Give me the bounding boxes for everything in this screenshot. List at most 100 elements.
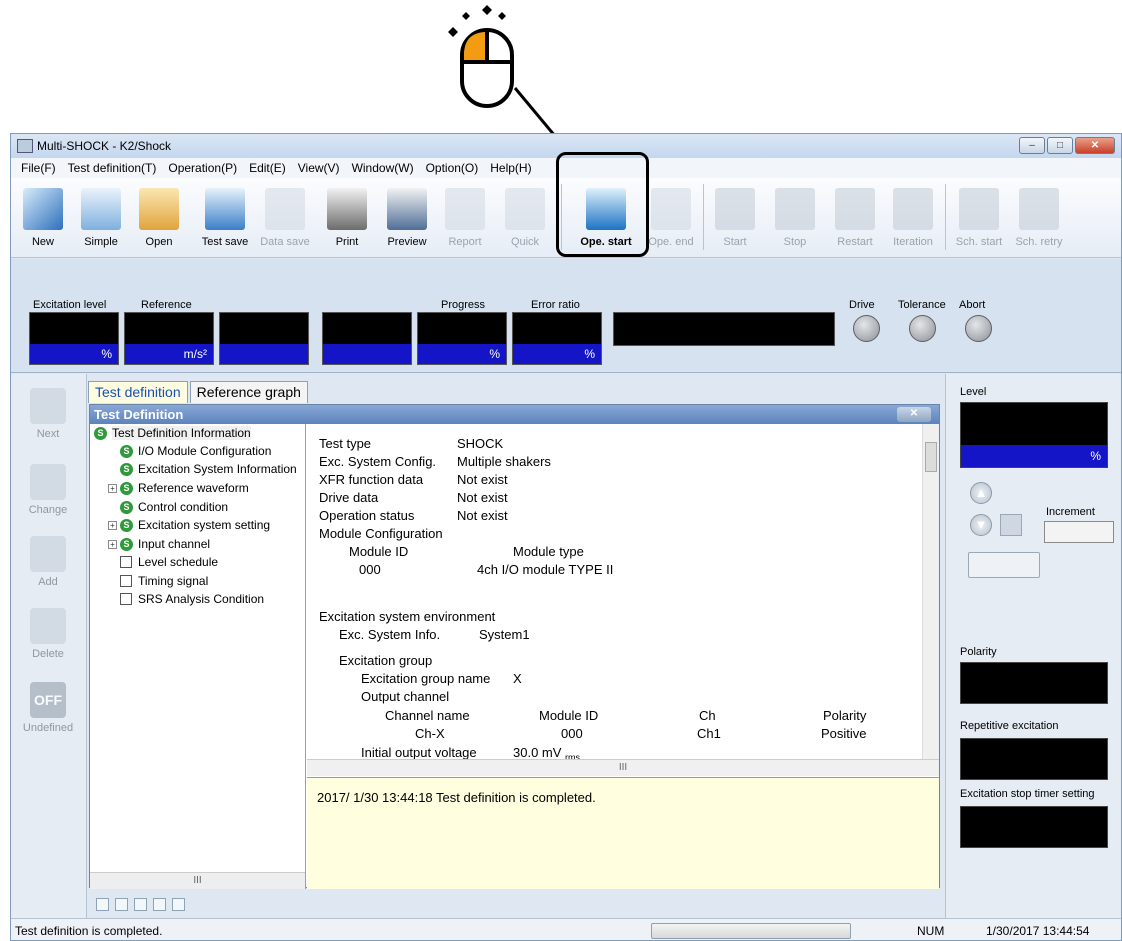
status-s-icon: S: [120, 500, 133, 514]
expand-icon[interactable]: +: [108, 539, 117, 549]
menu-test-definition[interactable]: Test definition(T): [62, 158, 163, 178]
increment-input[interactable]: [1044, 521, 1114, 543]
layout-vertical-icon[interactable]: [115, 897, 128, 911]
undefined-button[interactable]: OFF Undefined: [11, 682, 85, 734]
iteration-button[interactable]: Iteration: [885, 184, 941, 254]
maximize-button[interactable]: □: [1047, 137, 1073, 154]
report-button[interactable]: Report: [437, 184, 493, 254]
drive-data-label: Drive data: [319, 490, 379, 505]
tab-test-definition[interactable]: Test definition: [88, 381, 188, 403]
minimize-button[interactable]: –: [1019, 137, 1045, 154]
change-button[interactable]: Change: [11, 464, 85, 516]
reference-extra-display: [219, 312, 309, 365]
num-lock-indicator: NUM: [917, 924, 945, 938]
edit-level-icon[interactable]: [1000, 514, 1022, 536]
level-down-icon[interactable]: ▼: [970, 514, 992, 536]
quick-button[interactable]: Quick: [497, 184, 553, 254]
restart-button[interactable]: Restart: [827, 184, 883, 254]
test-type-label: Test type: [319, 436, 372, 451]
scrollbar-thumb[interactable]: [925, 442, 937, 472]
repetitive-excitation-label: Repetitive excitation: [960, 720, 1059, 732]
tree-item-reference-waveform[interactable]: + S Reference waveform: [108, 479, 249, 497]
close-button[interactable]: ✕: [1075, 137, 1115, 154]
schedule-start-button[interactable]: Sch. start: [951, 184, 1007, 254]
excitation-level-display: %: [29, 312, 119, 365]
mouse-click-icon: [448, 5, 514, 108]
window-title: Multi-SHOCK - K2/Shock: [37, 139, 172, 153]
error-ratio-unit: %: [513, 344, 601, 364]
next-button[interactable]: Next: [11, 388, 85, 440]
menu-file[interactable]: File(F): [15, 158, 62, 178]
new-button[interactable]: New: [15, 184, 71, 254]
polarity-display: [960, 662, 1108, 704]
error-ratio-display: %: [512, 312, 602, 365]
status-progress-bar: [651, 923, 851, 939]
tree-item-excitation-system-setting[interactable]: + S Excitation system setting: [108, 516, 270, 534]
level-up-icon[interactable]: ▲: [970, 482, 992, 504]
detail-vertical-scrollbar[interactable]: [922, 424, 939, 761]
tree-horizontal-scrollbar[interactable]: III: [90, 872, 305, 889]
tree-item-control-condition[interactable]: S Control condition: [120, 498, 228, 516]
menu-view[interactable]: View(V): [292, 158, 346, 178]
module-type-header: Module type: [513, 544, 584, 559]
tree-item-srs-analysis[interactable]: SRS Analysis Condition: [120, 590, 264, 608]
reference-display: m/s²: [124, 312, 214, 365]
layout-horizontal-icon[interactable]: [96, 897, 109, 911]
layout-tile-icon[interactable]: [153, 897, 166, 911]
menu-option[interactable]: Option(O): [420, 158, 485, 178]
menu-window[interactable]: Window(W): [346, 158, 420, 178]
right-panel: Level % ▲ ▼ Increment Polarity Repetitiv…: [945, 374, 1121, 919]
xfr-value: Not exist: [457, 472, 508, 487]
app-icon: [17, 139, 33, 153]
initial-voltage-label: Initial output voltage: [361, 745, 477, 760]
add-button[interactable]: Add: [11, 536, 85, 588]
expand-icon[interactable]: +: [108, 483, 117, 493]
close-icon[interactable]: ✕: [897, 407, 931, 422]
tree-item-level-schedule[interactable]: Level schedule: [120, 553, 218, 571]
progress-display: %: [417, 312, 507, 365]
menu-operation[interactable]: Operation(P): [162, 158, 243, 178]
tree-item-io-module[interactable]: S I/O Module Configuration: [120, 442, 271, 460]
start-button[interactable]: Start: [707, 184, 763, 254]
schedule-retry-icon: [1019, 188, 1059, 230]
module-config-label: Module Configuration: [319, 526, 443, 541]
open-folder-icon: [139, 188, 179, 230]
delete-button[interactable]: Delete: [11, 608, 85, 660]
expand-icon[interactable]: +: [108, 520, 117, 530]
monitor-extra-display: [322, 312, 412, 365]
tree-item-input-channel[interactable]: + S Input channel: [108, 535, 210, 553]
op-status-label: Operation status: [319, 508, 415, 523]
tab-bar: Test definition Reference graph: [88, 381, 310, 403]
detail-horizontal-scrollbar[interactable]: III: [307, 759, 939, 776]
tree-item-excitation-system-info[interactable]: S Excitation System Information: [120, 460, 297, 478]
data-save-button[interactable]: Data save: [257, 184, 313, 254]
next-arrow-icon: [30, 388, 66, 424]
polarity-label: Polarity: [960, 646, 997, 658]
menu-help[interactable]: Help(H): [484, 158, 537, 178]
print-button[interactable]: Print: [319, 184, 375, 254]
tree-item-timing-signal[interactable]: Timing signal: [120, 572, 208, 590]
layout-cascade-icon[interactable]: [134, 897, 147, 911]
stop-button[interactable]: Stop: [767, 184, 823, 254]
schedule-retry-button[interactable]: Sch. retry: [1011, 184, 1067, 254]
tree-item-test-definition-info[interactable]: S Test Definition Information: [94, 424, 251, 442]
level-unit: %: [961, 445, 1107, 467]
operation-end-button[interactable]: Ope. end: [643, 184, 699, 254]
test-save-button[interactable]: Test save: [197, 184, 253, 254]
simple-button[interactable]: Simple: [73, 184, 129, 254]
module-type-value: 4ch I/O module TYPE II: [477, 562, 614, 577]
tab-reference-graph[interactable]: Reference graph: [189, 381, 308, 403]
test-type-value: SHOCK: [457, 436, 504, 451]
preview-button[interactable]: Preview: [379, 184, 435, 254]
menu-edit[interactable]: Edit(E): [243, 158, 292, 178]
message-display: [613, 312, 835, 346]
simple-icon: [81, 188, 121, 230]
abort-label: Abort: [959, 299, 986, 311]
drive-lamp: [853, 315, 880, 342]
waveform-button[interactable]: [968, 552, 1040, 578]
test-definition-window: Test Definition ✕ S Test Definition Infor…: [89, 404, 940, 889]
layout-close-icon[interactable]: [172, 897, 185, 911]
open-button[interactable]: Open: [131, 184, 187, 254]
layout-toolbar: [88, 892, 945, 916]
excitation-level-label: Excitation level: [33, 299, 107, 311]
